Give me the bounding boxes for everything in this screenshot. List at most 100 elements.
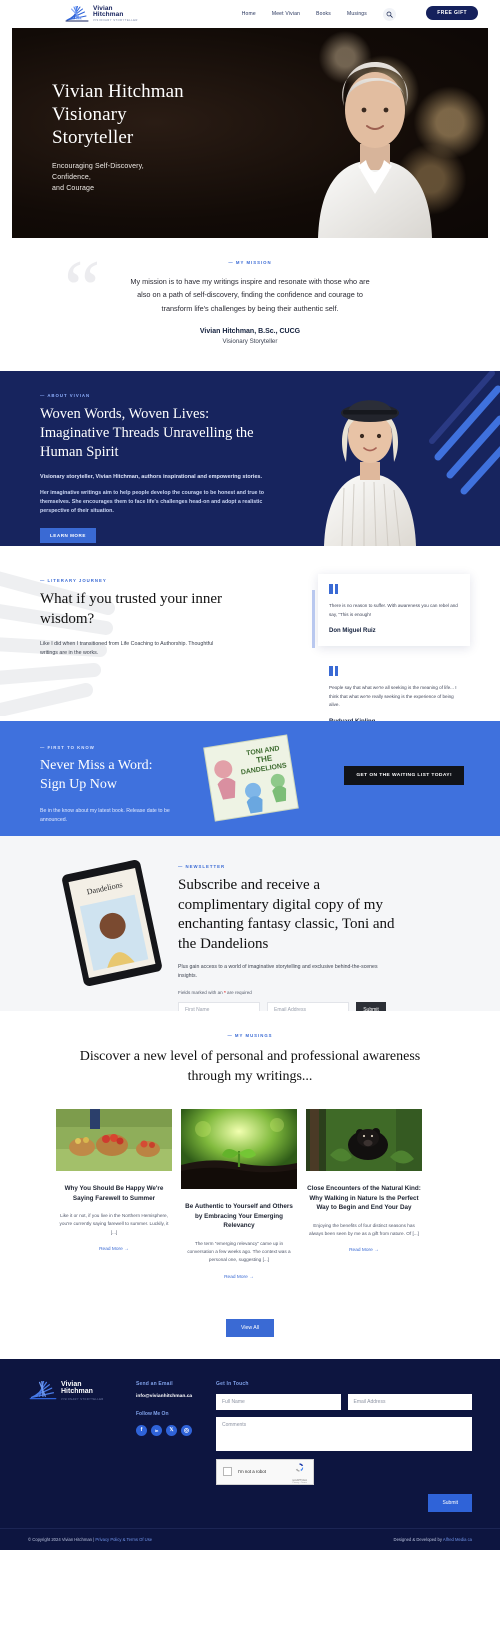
mission-author-role: Visionary Storyteller <box>222 338 278 346</box>
recaptcha-widget[interactable]: I'm not a robot reCAPTCHA Privacy - Term… <box>216 1458 314 1485</box>
hero-banner: Vivian Hitchman Visionary Storyteller En… <box>12 28 488 238</box>
required-note-pre: Fields marked with an <box>178 990 224 996</box>
nav-meet-vivian[interactable]: Meet Vivian <box>272 11 300 17</box>
send-email-heading: Send an Email <box>136 1380 173 1387</box>
waitlist-body: Be in the know about my latest book. Rel… <box>40 807 170 824</box>
nav-books[interactable]: Books <box>316 11 331 17</box>
privacy-policy-link[interactable]: Privacy Policy & Terms Of Use <box>95 1537 152 1542</box>
logo-text: Vivian Hitchman VISIONARY STORYTELLER <box>93 5 138 23</box>
search-icon[interactable] <box>383 7 396 21</box>
sunburst-icon <box>29 1381 57 1400</box>
footer-contact: Send an Email info@vivianhitchman.ca Fol… <box>136 1381 204 1512</box>
footer-logo-line2: Hitchman <box>61 1388 93 1396</box>
black-bear-in-forest-photo <box>306 1109 422 1172</box>
footer-logo[interactable]: Vivian Hitchman VISIONARY STORYTELLER <box>28 1381 124 1401</box>
free-gift-button[interactable]: FREE GIFT <box>426 6 478 20</box>
hero-title-line3: Storyteller <box>52 127 134 149</box>
required-note-post: are required <box>225 990 252 996</box>
quote-carousel: There is no reason to suffer. With aware… <box>312 574 470 721</box>
hero-sub-line3: and Courage <box>52 185 95 193</box>
list-item[interactable]: Be Authentic to Yourself and Others by E… <box>181 1109 297 1282</box>
about-body: Her imaginative writings aim to help peo… <box>40 489 264 515</box>
nav-home[interactable]: Home <box>242 11 256 17</box>
developer-link[interactable]: Alfred Media ca <box>443 1537 472 1542</box>
first-name-input[interactable]: First Name <box>178 1002 260 1012</box>
mission-author-name: Vivian Hitchman, B.Sc., CUCG <box>199 328 301 336</box>
newsletter-eyebrow: — NEWSLETTER <box>178 864 226 870</box>
social-links: f in 𝕏 ◎ <box>136 1424 204 1436</box>
footer-brand: Vivian Hitchman VISIONARY STORYTELLER <box>28 1381 124 1512</box>
about-eyebrow: — ABOUT VIVIAN <box>40 393 91 399</box>
follow-heading: Follow Me On <box>136 1410 169 1417</box>
twitter-x-icon[interactable]: 𝕏 <box>166 1424 177 1436</box>
journey-title: What if you trusted your inner wisdom? <box>40 591 223 627</box>
hero-copy: Vivian Hitchman Visionary Storyteller En… <box>52 80 184 195</box>
get-in-touch-heading: Get In Touch <box>216 1380 249 1387</box>
site-header: Vivian Hitchman VISIONARY STORYTELLER Ho… <box>0 0 500 28</box>
waitlist-eyebrow: — FIRST TO KNOW <box>40 745 95 751</box>
nav-musings[interactable]: Musings <box>347 11 367 17</box>
full-name-input[interactable]: Full Name <box>216 1393 341 1410</box>
newsletter-submit-button[interactable]: Submit <box>356 1002 386 1012</box>
newsletter-body: Plus gain access to a world of imaginati… <box>178 964 378 980</box>
learn-more-button[interactable]: LEARN MORE <box>40 527 96 543</box>
recaptcha-checkbox[interactable] <box>223 1467 232 1477</box>
waitlist-title-line1: Never Miss a Word: <box>40 758 153 774</box>
list-item[interactable]: Why You Should Be Happy We're Saying Far… <box>56 1109 172 1255</box>
about-section: — ABOUT VIVIAN Woven Words, Woven Lives:… <box>0 371 500 547</box>
copyright-pre: © Copyright 2024 Vivian Hitchman | <box>28 1536 95 1542</box>
logo-tagline: VISIONARY STORYTELLER <box>93 18 138 22</box>
recaptcha-icon <box>295 1462 304 1472</box>
read-more-link[interactable]: Read More → <box>99 1247 129 1252</box>
site-logo[interactable]: Vivian Hitchman VISIONARY STORYTELLER <box>64 5 138 23</box>
footer-logo-text: Vivian Hitchman VISIONARY STORYTELLER <box>61 1381 104 1401</box>
list-item[interactable]: Close Encounters of the Natural Kind: Wh… <box>306 1109 422 1256</box>
mission-section: “ — MY MISSION My mission is to have my … <box>0 238 500 372</box>
waiting-list-button[interactable]: GET ON THE WAITING LIST TODAY! <box>344 766 464 786</box>
card-excerpt: Enjoying the benefits of four distinct s… <box>309 1222 419 1236</box>
waitlist-section: — FIRST TO KNOW Never Miss a Word: Sign … <box>0 721 500 837</box>
journey-eyebrow: — LITERARY JOURNEY <box>40 578 107 584</box>
page-root: Vivian Hitchman VISIONARY STORYTELLER Ho… <box>0 0 500 1550</box>
credit-pre: Designed & Developed by <box>393 1536 442 1542</box>
facebook-icon[interactable]: f <box>136 1424 147 1436</box>
about-title: Woven Words, Woven Lives: Imaginative Th… <box>40 406 254 461</box>
comments-textarea[interactable]: Comments <box>216 1416 472 1451</box>
view-all-wrapper: View All <box>0 1283 500 1359</box>
hero-sub-line1: Encouraging Self-Discovery, <box>52 162 144 170</box>
email-input[interactable]: Email Address <box>267 1002 349 1012</box>
footer-grid: Vivian Hitchman VISIONARY STORYTELLER Se… <box>0 1381 500 1512</box>
view-all-button[interactable]: View All <box>225 1318 275 1337</box>
linkedin-icon[interactable]: in <box>151 1424 162 1436</box>
footer-bottom-bar: © Copyright 2024 Vivian Hitchman | Priva… <box>0 1527 500 1550</box>
hero-title-line2: Visionary <box>52 104 127 126</box>
journey-body: Like I did when I transitioned from Life… <box>40 640 214 657</box>
green-seedling-sprout-photo <box>181 1109 297 1190</box>
card-title: Why You Should Be Happy We're Saying Far… <box>64 1185 164 1202</box>
journey-copy: — LITERARY JOURNEY What if you trusted y… <box>40 578 255 658</box>
contact-form: Get In Touch Full Name Email Address Com… <box>216 1381 472 1512</box>
sunburst-icon <box>65 6 89 22</box>
quote-card: People say that what we're all seeking i… <box>318 656 470 721</box>
credit-text: Designed & Developed by Alfred Media ca <box>394 1537 472 1542</box>
card-title: Be Authentic to Yourself and Others by E… <box>185 1203 293 1230</box>
logo-name-line2: Hitchman <box>93 11 124 19</box>
instagram-icon[interactable]: ◎ <box>181 1424 192 1436</box>
read-more-link[interactable]: Read More → <box>349 1248 379 1253</box>
hero-portrait-photo <box>318 62 432 238</box>
waitlist-title: Never Miss a Word: Sign Up Now <box>40 757 200 793</box>
quote-author: Don Miguel Ruiz <box>329 628 376 635</box>
read-more-link[interactable]: Read More → <box>224 1275 254 1280</box>
contact-submit-button[interactable]: Submit <box>428 1493 472 1512</box>
contact-email[interactable]: info@vivianhitchman.ca <box>136 1394 204 1399</box>
musings-card-list: Why You Should Be Happy We're Saying Far… <box>0 1087 500 1282</box>
quote-accent-bar <box>312 590 315 649</box>
email-address-input[interactable]: Email Address <box>347 1393 472 1410</box>
recaptcha-label: I'm not a robot <box>238 1469 266 1475</box>
card-excerpt: Like it or not, if you live in the North… <box>59 1213 169 1235</box>
quote-card: There is no reason to suffer. With aware… <box>318 574 470 647</box>
recaptcha-brand: reCAPTCHA Privacy - Terms <box>292 1460 307 1484</box>
footer-logo-line1: Vivian <box>61 1380 82 1388</box>
hero-title-line1: Vivian Hitchman <box>52 81 184 102</box>
musings-title: Discover a new level of personal and pro… <box>79 1049 421 1085</box>
